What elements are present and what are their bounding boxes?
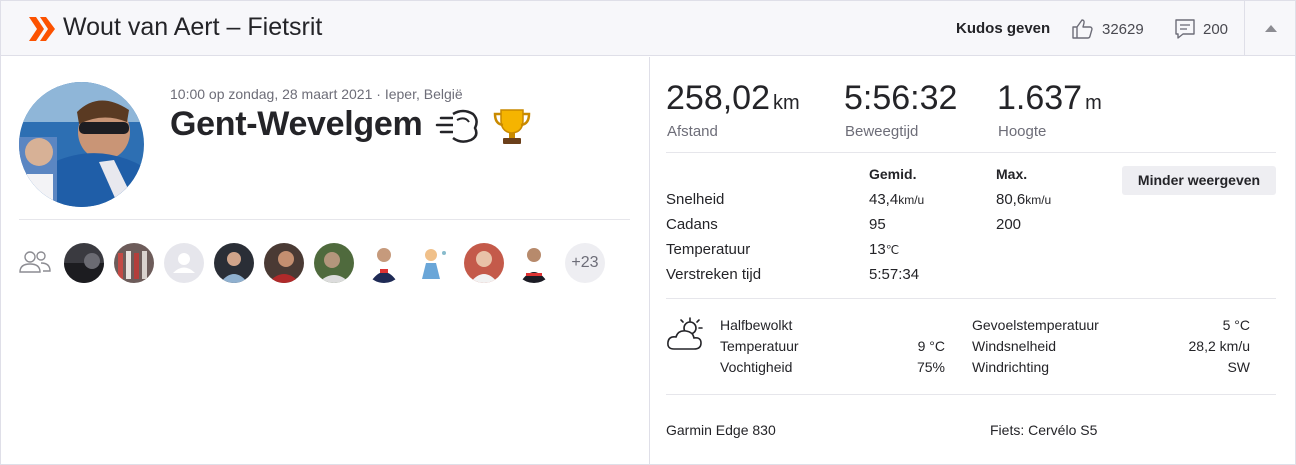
athlete-avatar-7[interactable]	[414, 243, 454, 283]
cadence-avg: 95	[869, 216, 886, 233]
strava-chevrons-icon	[29, 17, 55, 41]
divider	[666, 152, 1276, 153]
row-label-speed: Snelheid	[666, 191, 725, 208]
wind-speed-value: 28,2 km/u	[1188, 338, 1250, 354]
feels-like-value: 5 °C	[1222, 317, 1250, 333]
stat-elevation: 1.637 m Hoogte	[997, 79, 1102, 140]
elevation-value: 1.637	[997, 79, 1083, 117]
weather-humidity-value: 75%	[916, 359, 945, 375]
wind-direction-label: Windrichting	[972, 359, 1050, 375]
group-activity-icon	[19, 251, 51, 273]
show-less-button[interactable]: Minder weergeven	[1122, 166, 1276, 195]
athlete-avatar-3[interactable]	[214, 243, 254, 283]
trophy-icon	[493, 109, 531, 144]
activity-name: Gent-Wevelgem	[170, 105, 423, 143]
athlete-avatar-placeholder[interactable]	[164, 243, 204, 283]
elevation-label: Hoogte	[998, 123, 1047, 140]
athlete-avatar-4[interactable]	[264, 243, 304, 283]
row-label-temperature: Temperatuur	[666, 241, 751, 258]
give-kudos-button[interactable]: Kudos geven	[956, 20, 1050, 37]
cadence-max: 200	[996, 216, 1022, 233]
stat-moving-time: 5:56:32 Beweegtijd	[844, 79, 958, 140]
wind-direction-value: SW	[1227, 359, 1250, 375]
moving-time-value: 5:56:32	[844, 79, 958, 117]
speed-max: 80,6km/u	[996, 191, 1052, 208]
weather-temperature-label: Temperatuur	[720, 338, 799, 354]
partly-cloudy-icon	[667, 317, 703, 350]
stat-distance: 258,02 km Afstand	[666, 79, 800, 140]
speed-avg: 43,4km/u	[869, 191, 925, 208]
distance-value: 258,02	[666, 79, 770, 117]
weather-humidity-label: Vochtigheid	[720, 359, 793, 375]
athlete-avatar[interactable]	[19, 82, 144, 207]
athlete-avatar-1[interactable]	[64, 243, 104, 283]
temperature-avg: 13℃	[869, 241, 900, 258]
device-name: Garmin Edge 830	[666, 422, 776, 438]
athlete-avatar-5[interactable]	[314, 243, 354, 283]
wind-speed-label: Windsnelheid	[972, 338, 1057, 354]
weather-condition: Halfbewolkt	[720, 317, 793, 333]
comment-count[interactable]: 200	[1203, 21, 1228, 38]
elapsed-time-value: 5:57:34	[869, 266, 920, 283]
moving-time-label: Beweegtijd	[845, 123, 919, 140]
athlete-avatar-6[interactable]	[364, 243, 404, 283]
kudos-count[interactable]: 32629	[1102, 21, 1144, 38]
caret-up-icon	[1265, 25, 1277, 32]
comment-icon[interactable]	[1174, 18, 1196, 40]
activity-summary: 10:00 op zondag, 28 maart 2021 · Ieper, …	[1, 57, 649, 464]
thumbs-up-icon[interactable]	[1071, 17, 1095, 41]
divider	[666, 298, 1276, 299]
elevation-unit: m	[1085, 92, 1102, 114]
wind-face-icon	[435, 109, 478, 143]
divider	[666, 394, 1276, 395]
feels-like-label: Gevoelstemperatuur	[972, 317, 1099, 333]
athlete-avatar-2[interactable]	[114, 243, 154, 283]
distance-label: Afstand	[667, 123, 718, 140]
bike-name[interactable]: Fiets: Cervélo S5	[990, 422, 1097, 438]
athlete-avatar-9[interactable]	[514, 243, 554, 283]
weather-temperature-value: 9 °C	[917, 338, 945, 354]
column-header-avg: Gemid.	[869, 166, 917, 182]
activity-header: Wout van Aert – Fietsrit Kudos geven 326…	[1, 1, 1295, 56]
activity-meta: 10:00 op zondag, 28 maart 2021 · Ieper, …	[170, 86, 463, 102]
row-label-elapsed-time: Verstreken tijd	[666, 266, 762, 283]
column-header-max: Max.	[996, 166, 1028, 182]
distance-unit: km	[773, 92, 800, 114]
page-title: Wout van Aert – Fietsrit	[63, 13, 323, 41]
row-label-cadence: Cadans	[666, 216, 718, 233]
divider	[19, 219, 630, 220]
activity-stats: 258,02 km Afstand 5:56:32 Beweegtijd 1.63…	[649, 57, 1295, 464]
more-athletes-button[interactable]: +23	[565, 243, 605, 283]
collapse-button[interactable]	[1244, 1, 1295, 56]
athlete-avatar-8[interactable]	[464, 243, 504, 283]
